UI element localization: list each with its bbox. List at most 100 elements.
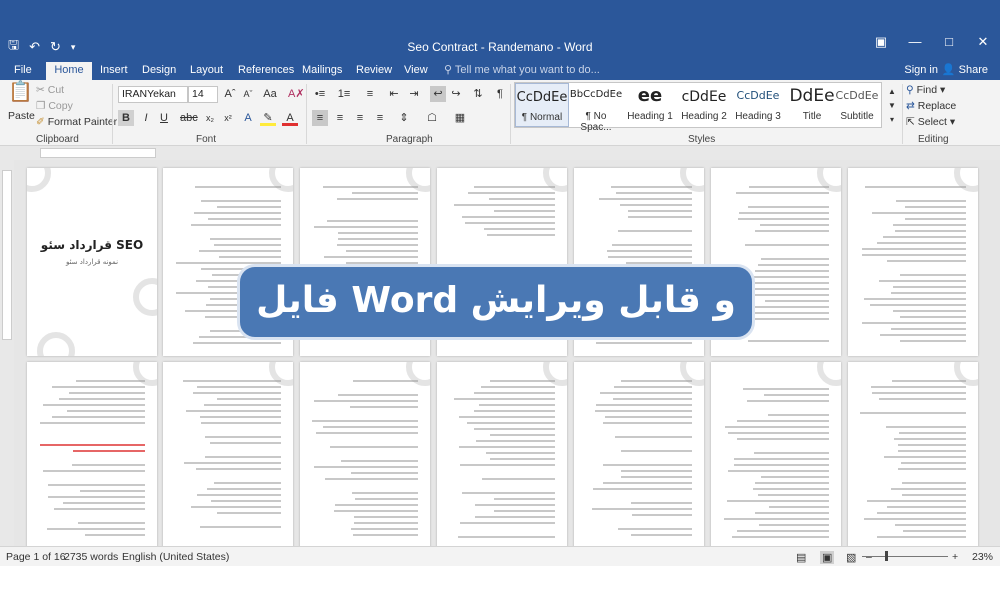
text-line	[894, 438, 966, 440]
ruler-scale	[2, 170, 12, 340]
zoom-slider-thumb[interactable]	[885, 551, 888, 561]
document-page[interactable]	[848, 362, 978, 550]
styles-more-icon[interactable]: ▾	[884, 112, 900, 128]
text-line	[611, 186, 692, 188]
zoom-in-icon[interactable]: +	[952, 551, 958, 563]
subscript-icon[interactable]: x₂	[202, 110, 218, 126]
document-page[interactable]	[574, 362, 704, 550]
zoom-out-icon[interactable]: –	[866, 551, 872, 563]
tab-review[interactable]: Review	[352, 62, 396, 80]
text-line	[896, 200, 966, 202]
clear-formatting-icon[interactable]: A✗	[288, 86, 305, 102]
share-button[interactable]: 👤 Share	[942, 62, 988, 78]
text-line	[47, 528, 145, 530]
numbering-icon[interactable]: 1≡	[336, 86, 352, 102]
ribbon-display-icon[interactable]: ▣	[864, 34, 898, 50]
print-layout-icon[interactable]: ▣	[820, 551, 835, 564]
style-normal[interactable]: CcDdEe ¶ Normal	[515, 83, 569, 127]
style-subtitle[interactable]: CcDdEe Subtitle	[831, 83, 883, 127]
text-line	[905, 206, 966, 208]
sort-icon[interactable]: ⇅	[470, 86, 486, 102]
word-count[interactable]: 2735 words	[64, 551, 118, 563]
tab-layout[interactable]: Layout	[186, 62, 227, 80]
align-center-icon[interactable]: ≡	[332, 110, 348, 126]
shading-icon[interactable]: ☖	[424, 110, 440, 126]
paste-icon[interactable]: 📋	[8, 82, 33, 108]
text-line	[603, 464, 692, 466]
document-page[interactable]	[163, 362, 293, 550]
text-line	[481, 386, 555, 388]
tab-file[interactable]: File	[10, 62, 36, 80]
ltr-direction-icon[interactable]: ↪	[448, 86, 464, 102]
align-right-icon[interactable]: ≡	[352, 110, 368, 126]
copy-button[interactable]: ❐ Copy	[36, 100, 73, 112]
text-line	[352, 192, 418, 194]
sign-in-link[interactable]: Sign in	[904, 62, 938, 78]
bullets-icon[interactable]: •≡	[312, 86, 328, 102]
decrease-indent-icon[interactable]: ⇤	[386, 86, 402, 102]
read-mode-icon[interactable]: ▤	[796, 551, 806, 564]
document-page[interactable]	[300, 362, 430, 550]
minimize-button[interactable]: —	[898, 34, 932, 50]
highlight-icon[interactable]: ✎	[260, 110, 276, 126]
paste-button[interactable]: Paste	[8, 110, 35, 122]
vertical-ruler[interactable]	[0, 160, 14, 546]
document-canvas[interactable]: قرارداد سئو SEO نمونه قرارداد سئو	[14, 160, 1000, 550]
tab-design[interactable]: Design	[138, 62, 180, 80]
document-page[interactable]	[848, 168, 978, 356]
zoom-level[interactable]: 23%	[972, 551, 993, 563]
cut-button[interactable]: ✂ Cut	[36, 84, 64, 96]
page-counter[interactable]: Page 1 of 16	[6, 551, 66, 563]
tab-insert[interactable]: Insert	[96, 62, 132, 80]
style-no-spacing[interactable]: BbCcDdEe ¶ No Spac...	[569, 83, 623, 133]
justify-icon[interactable]: ≡	[372, 110, 388, 126]
font-color-icon[interactable]: A	[282, 110, 298, 126]
tab-mailings[interactable]: Mailings	[298, 62, 346, 80]
text-line	[886, 426, 966, 428]
tell-me-box[interactable]: ⚲ Tell me what you want to do...	[444, 62, 600, 78]
line-spacing-icon[interactable]: ⇕	[396, 110, 412, 126]
format-painter-button[interactable]: ✐ Format Painter	[36, 116, 117, 128]
text-line	[462, 492, 555, 494]
style-heading-2[interactable]: cDdEe Heading 2	[677, 83, 731, 127]
language-indicator[interactable]: English (United States)	[122, 551, 229, 563]
style-heading-1[interactable]: ee Heading 1	[623, 83, 677, 127]
text-line	[468, 192, 555, 194]
document-page[interactable]	[711, 362, 841, 550]
horizontal-ruler[interactable]	[0, 146, 1000, 160]
rtl-direction-icon[interactable]: ↩	[430, 86, 446, 102]
italic-icon[interactable]: I	[138, 110, 154, 126]
zoom-slider[interactable]	[862, 556, 948, 557]
tab-references[interactable]: References	[234, 62, 298, 80]
document-page[interactable]	[27, 362, 157, 550]
increase-indent-icon[interactable]: ⇥	[406, 86, 422, 102]
cursor-icon: ⇱	[906, 116, 915, 128]
text-line	[600, 392, 692, 394]
text-line	[193, 392, 281, 394]
show-marks-icon[interactable]: ¶	[492, 86, 508, 102]
style-heading-3[interactable]: CcDdEe Heading 3	[731, 83, 785, 127]
select-button[interactable]: ⇱ Select ▾	[906, 116, 955, 128]
multilevel-list-icon[interactable]: ≡	[362, 86, 378, 102]
text-effects-icon[interactable]: A	[240, 110, 256, 126]
document-page[interactable]	[437, 362, 567, 550]
borders-icon[interactable]: ▦	[452, 110, 468, 126]
replace-button[interactable]: ⇄ Replace	[906, 100, 956, 112]
bold-icon[interactable]: B	[118, 110, 134, 126]
superscript-icon[interactable]: x²	[220, 110, 236, 126]
tab-home[interactable]: Home	[46, 62, 92, 80]
grow-font-icon[interactable]: Aˆ	[222, 86, 238, 102]
find-button[interactable]: ⚲ Find ▾	[906, 84, 945, 96]
strikethrough-icon[interactable]: abc	[180, 110, 198, 126]
underline-icon[interactable]: U	[156, 110, 172, 126]
maximize-button[interactable]: □	[932, 34, 966, 50]
font-size-select[interactable]: 14	[188, 86, 218, 103]
document-page-cover[interactable]: قرارداد سئو SEO نمونه قرارداد سئو	[27, 168, 157, 356]
align-left-icon[interactable]: ≡	[312, 110, 328, 126]
shrink-font-icon[interactable]: Aˇ	[240, 86, 256, 102]
change-case-icon[interactable]: Aa	[262, 86, 278, 102]
font-name-select[interactable]: IRANYekan	[118, 86, 188, 103]
web-layout-icon[interactable]: ▧	[846, 551, 856, 564]
close-button[interactable]: ✕	[966, 34, 1000, 50]
tab-view[interactable]: View	[400, 62, 432, 80]
